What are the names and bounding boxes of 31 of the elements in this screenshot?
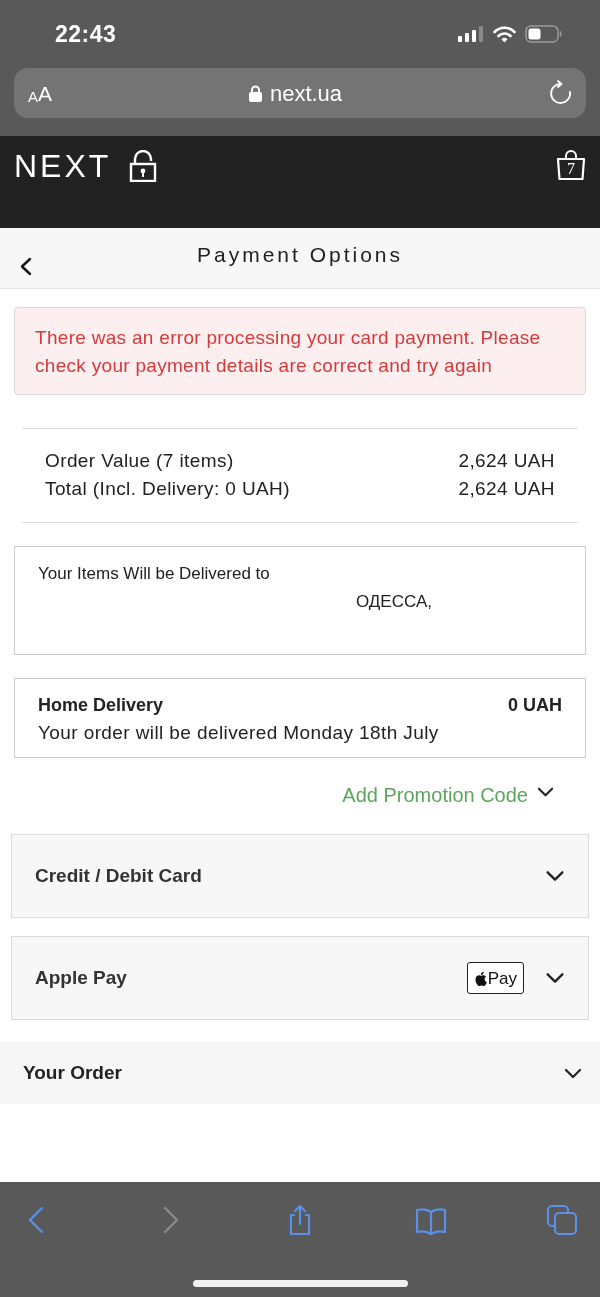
delivery-date: Your order will be delivered Monday 18th July: [38, 721, 440, 745]
lock-icon: [248, 84, 262, 102]
delivery-price: 0 UAH: [508, 694, 562, 717]
address-line: ОДЕССА,: [356, 591, 432, 613]
summary-amount: 2,624 UAH: [458, 449, 555, 473]
battery-icon: [525, 25, 562, 43]
text-size-button[interactable]: AA: [28, 82, 53, 104]
bag-icon: [556, 150, 586, 180]
page-title: Payment Options: [196, 242, 404, 268]
tabs-icon[interactable]: [546, 1204, 578, 1236]
address-heading: Your Items Will be Delivered to: [38, 563, 271, 585]
wifi-icon: [493, 25, 516, 43]
apple-pay-label: Pay: [487, 969, 517, 987]
payment-method-accordion[interactable]: Credit / Debit Card: [11, 834, 589, 918]
summary-label: Total (Incl. Delivery: 0 UAH): [45, 477, 290, 501]
reload-icon[interactable]: [549, 80, 572, 106]
error-message: There was an error processing your card payment. Please check your payment details are correct and try again: [35, 326, 542, 378]
bag-count: 7: [567, 161, 575, 177]
delivery-method-name: Home Delivery: [38, 694, 164, 717]
apple-logo-icon: [473, 970, 487, 986]
your-order-accordion[interactable]: Your Order: [0, 1042, 600, 1104]
status-time: 22:43: [55, 19, 117, 49]
payment-method-accordion[interactable]: Apple Pay Pay: [11, 936, 589, 1020]
chevron-left-icon: [19, 257, 33, 276]
site-logo[interactable]: NEXT: [14, 150, 112, 182]
padlock-icon: [129, 150, 158, 182]
shopping-bag-button[interactable]: 7: [556, 150, 586, 180]
address-text[interactable]: next.ua: [269, 76, 343, 110]
summary-amount: 2,624 UAH: [458, 477, 555, 501]
summary-label: Order Value (7 items): [45, 449, 234, 473]
signal-icon: [458, 26, 484, 42]
